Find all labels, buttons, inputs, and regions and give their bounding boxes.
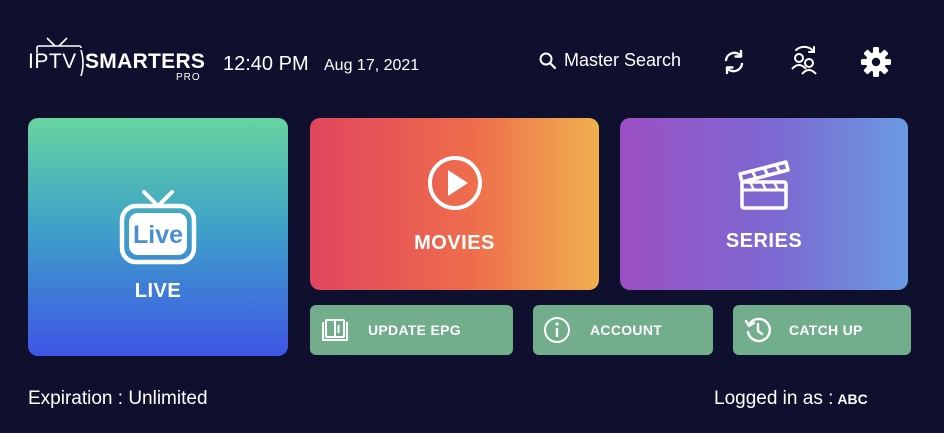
logo-iptv-text: IPTV <box>28 50 77 73</box>
series-label: SERIES <box>725 229 803 252</box>
current-time: 12:40 PM <box>223 53 309 75</box>
username: ABC <box>837 391 868 407</box>
live-icon-text: Live <box>132 220 184 249</box>
catch-up-button[interactable]: CATCH UP <box>733 305 911 355</box>
live-label: LIVE <box>134 279 182 302</box>
live-tv-icon: Live <box>118 189 198 266</box>
logged-in-label: Logged in as : <box>714 388 834 409</box>
master-search-label: Master Search <box>564 50 682 70</box>
switch-user-icon <box>791 45 817 75</box>
refresh-icon <box>724 49 744 75</box>
logo-smarters-text: SMARTERS <box>85 50 206 73</box>
book-icon <box>322 319 348 341</box>
logged-in-status: Logged in as : ABC <box>714 388 868 410</box>
account-label: ACCOUNT <box>590 322 663 338</box>
clapperboard-icon <box>738 159 790 210</box>
catch-up-label: CATCH UP <box>789 322 863 338</box>
history-icon <box>744 317 772 343</box>
update-epg-label: UPDATE EPG <box>368 322 461 338</box>
search-icon <box>539 52 557 69</box>
play-circle-icon <box>427 155 482 210</box>
app-logo: IPTV SMARTERS PRO <box>28 36 208 86</box>
movies-label: MOVIES <box>414 231 495 254</box>
settings-button[interactable] <box>858 44 894 80</box>
expiration-text: Expiration : Unlimited <box>28 388 208 409</box>
refresh-button[interactable] <box>716 44 752 80</box>
gear-icon <box>861 47 891 77</box>
master-search-button[interactable]: Master Search <box>538 50 681 71</box>
logo-pro-text: PRO <box>176 72 201 83</box>
movies-tile[interactable]: MOVIES <box>310 118 599 290</box>
info-icon <box>544 317 570 343</box>
update-epg-button[interactable]: UPDATE EPG <box>310 305 513 355</box>
account-button[interactable]: ACCOUNT <box>533 305 713 355</box>
switch-user-button[interactable] <box>786 44 822 80</box>
current-date: Aug 17, 2021 <box>324 57 420 74</box>
live-tile[interactable]: Live LIVE <box>28 118 288 356</box>
series-tile[interactable]: SERIES <box>620 118 908 290</box>
